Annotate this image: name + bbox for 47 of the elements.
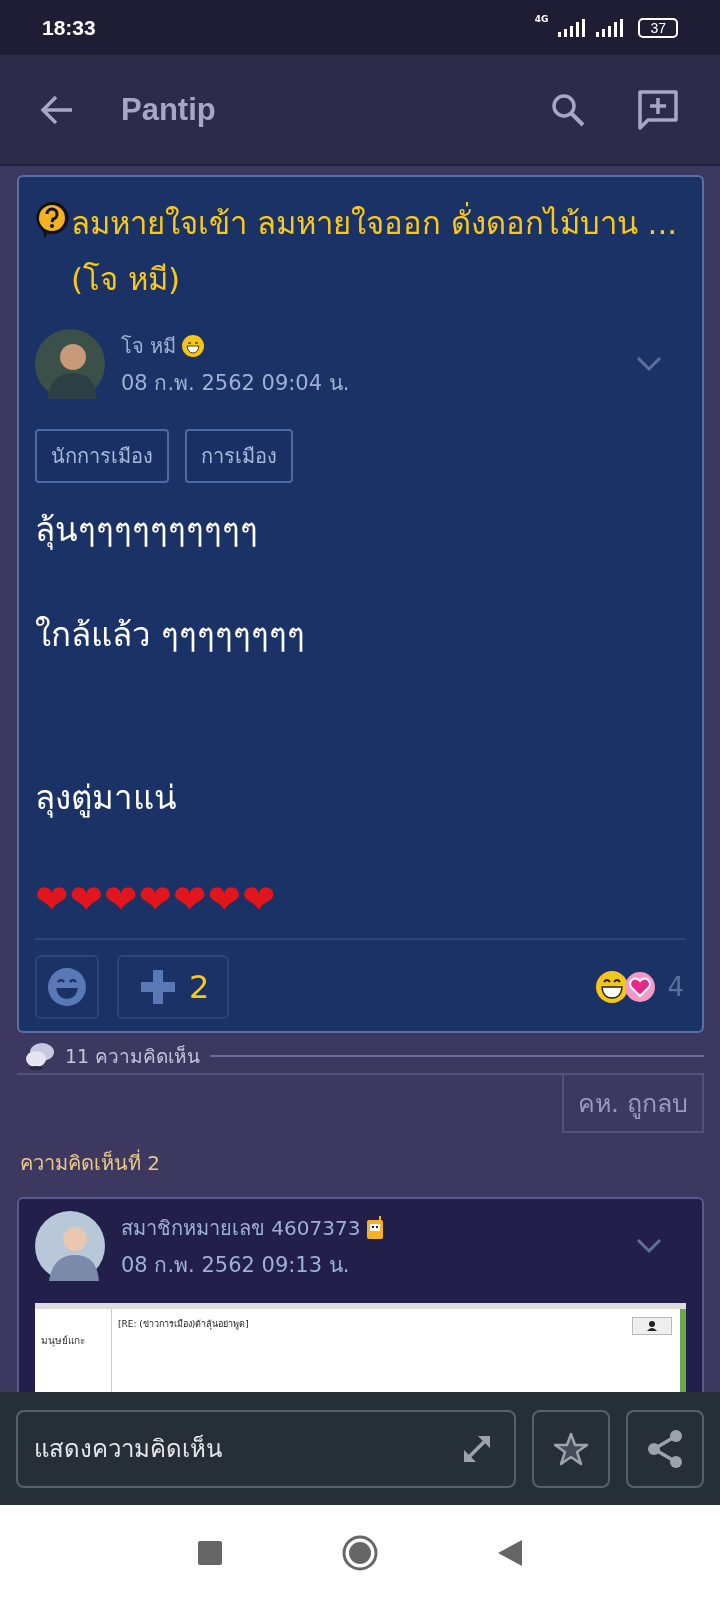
emotion-button[interactable] — [35, 955, 99, 1019]
sidebar-text: มนุษย์แกะ — [40, 1335, 85, 1346]
tag-chip[interactable]: นักการเมือง — [35, 429, 169, 483]
post-date: 08 ก.พ. 2562 09:04 น. — [121, 369, 351, 397]
status-time: 18:33 — [42, 15, 96, 40]
vote-button[interactable]: 2 — [117, 955, 230, 1019]
user-icon — [632, 1317, 672, 1335]
comments-icon — [25, 1042, 55, 1070]
star-icon — [553, 1430, 589, 1467]
add-comment-icon[interactable] — [638, 89, 678, 130]
tag-chip[interactable]: การเมือง — [185, 429, 293, 483]
topic-title: ลมหายใจเข้า ลมหายใจออก ดั่งดอกไม้บาน ... (โจ หมี) — [71, 195, 686, 307]
avatar — [35, 329, 105, 399]
grinning-face-icon — [182, 334, 205, 357]
home-icon[interactable] — [342, 1534, 378, 1571]
back-arrow-icon[interactable] — [40, 94, 74, 125]
post-text: ลุงตู่มาแน่ — [35, 777, 178, 820]
post-text: ลุ้นๆๆๆๆๆๆๆๆๆๆ — [35, 509, 259, 552]
battery-level: 37 — [638, 17, 678, 38]
comment-number: ความคิดเห็นที่ 2 — [19, 1148, 162, 1177]
reaction-count: 4 — [667, 972, 684, 1002]
share-button[interactable] — [626, 1409, 704, 1488]
post-text: ใกล้แล้ว ๆๆๆๆๆๆๆๆ — [35, 614, 307, 656]
screenshot-heading: [RE: (ข่าวการเมือง)ต้าลุ้นอย่าพูด] — [118, 1318, 249, 1331]
author-name[interactable]: โจ หมี — [121, 329, 177, 362]
author-name[interactable]: สมาชิกหมายเลข 4607373 — [121, 1211, 361, 1244]
avatar — [35, 1211, 105, 1281]
comment-input-field[interactable]: แสดงความคิดเห็น — [16, 1409, 516, 1488]
favorite-button[interactable] — [532, 1409, 610, 1488]
question-bubble-icon — [35, 201, 69, 239]
search-icon[interactable] — [550, 91, 586, 128]
network-type: 4G — [534, 13, 549, 24]
post-date: 08 ก.พ. 2562 09:13 น. — [121, 1251, 351, 1279]
smile-icon — [47, 967, 87, 1007]
share-icon — [646, 1428, 684, 1469]
chevron-down-icon[interactable] — [636, 1238, 662, 1254]
signal-icon — [594, 18, 625, 37]
chevron-down-icon[interactable] — [636, 356, 662, 372]
deleted-comments-button[interactable]: คห. ถูกลบ — [562, 1075, 704, 1133]
post-text: ❤❤❤❤❤❤❤ — [35, 876, 278, 922]
comment-count: 11 ความคิดเห็น — [65, 1044, 201, 1069]
robot-badge-icon — [366, 1215, 385, 1240]
back-icon[interactable] — [498, 1539, 522, 1566]
app-title: Pantip — [121, 91, 217, 128]
recent-apps-icon[interactable] — [198, 1540, 222, 1565]
signal-icon — [556, 18, 587, 37]
plus-icon — [139, 968, 177, 1006]
